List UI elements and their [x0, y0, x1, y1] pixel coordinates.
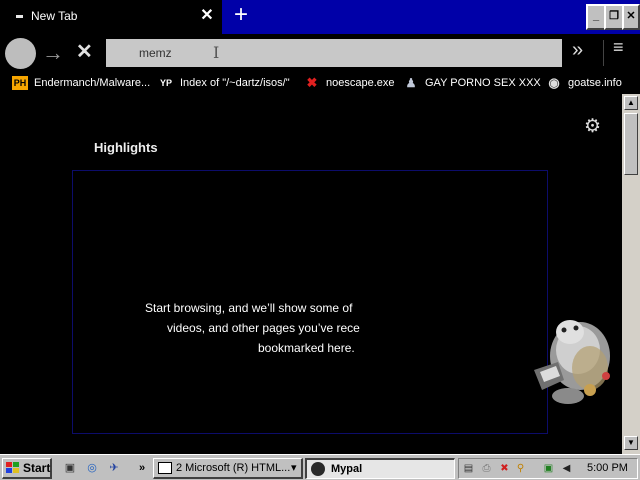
task-label: 2 Microsoft (R) HTML...	[176, 462, 291, 474]
tab-new-tab[interactable]: New Tab ✕	[0, 0, 222, 34]
empty-state-line: bookmarked here.	[258, 341, 355, 355]
task-button-html[interactable]: 2 Microsoft (R) HTML... ▾	[153, 458, 303, 479]
task-label: Mypal	[331, 463, 363, 475]
close-window-button[interactable]: ✕	[622, 4, 640, 30]
tray-printer-icon[interactable]: ⎙	[479, 461, 494, 476]
bookmark-item[interactable]: PH Endermanch/Malware...	[12, 75, 150, 91]
bookmark-item[interactable]: ◉ goatse.info	[546, 75, 622, 91]
url-input[interactable]: memz	[139, 46, 172, 60]
bookmark-item[interactable]: ♟ GAY PORNO SEX XXX	[403, 75, 541, 91]
bookmark-item[interactable]: ✖ noescape.exe	[304, 75, 395, 91]
page-content: ⚙ Highlights Start browsing, and we’ll s…	[0, 94, 622, 454]
task-button-mypal[interactable]: Mypal	[305, 458, 455, 479]
hamburger-menu-icon[interactable]: ≡	[613, 37, 624, 58]
quicklaunch-ie-icon[interactable]: ◎	[84, 460, 100, 476]
empty-state-line: videos, and other pages you’ve rece	[167, 321, 360, 335]
highlights-heading: Highlights	[94, 140, 158, 155]
scroll-up-icon[interactable]: ▲	[624, 96, 638, 110]
back-button[interactable]	[5, 38, 36, 69]
site-favicon-icon: ♟	[405, 76, 417, 90]
forward-arrow-icon[interactable]: →	[42, 40, 64, 66]
scroll-down-icon[interactable]: ▼	[624, 436, 638, 450]
close-icon: ✕	[626, 10, 636, 22]
mypal-icon	[311, 462, 325, 476]
nav-toolbar: → ✕ memz I » ≡	[0, 34, 640, 72]
quicklaunch-channel-icon[interactable]: ✈	[106, 460, 122, 476]
tab-close-icon[interactable]: ✕	[199, 7, 215, 25]
quicklaunch-desktop-icon[interactable]: ▣	[62, 460, 78, 476]
tray-volume-icon[interactable]: ◀	[559, 461, 574, 476]
overflow-chevron-icon[interactable]: »	[572, 39, 583, 62]
bookmark-label: goatse.info	[568, 77, 622, 89]
bookmark-item[interactable]: YP Index of "/~dartz/isos/"	[158, 75, 290, 91]
gear-icon[interactable]: ⚙	[584, 115, 601, 138]
scrollbar-thumb[interactable]	[624, 113, 638, 175]
minimize-icon: _	[592, 10, 600, 22]
tray-search-icon[interactable]: ⚲	[513, 461, 528, 476]
tray-network-icon[interactable]: ▤	[461, 461, 476, 476]
system-tray: ▤ ⎙ ✖ ⚲ ▣ ◀ 5:00 PM	[458, 458, 638, 479]
empty-state-line: Start browsing, and we’ll show some of	[145, 301, 353, 315]
taskbar: Start ▣ ◎ ✈ » 2 Microsoft (R) HTML... ▾ …	[0, 454, 640, 480]
bookmark-label: noescape.exe	[326, 77, 395, 89]
globe-favicon-icon: ◉	[548, 75, 560, 90]
bookmarks-bar: PH Endermanch/Malware... YP Index of "/~…	[0, 72, 640, 94]
tab-title: New Tab	[31, 9, 78, 23]
yp-favicon-icon: YP	[159, 78, 172, 88]
red-x-favicon-icon: ✖	[306, 75, 318, 90]
tray-monitor-icon[interactable]: ▣	[541, 461, 556, 476]
tray-warning-icon[interactable]: ✖	[497, 461, 512, 476]
chevron-down-icon: ▾	[291, 462, 297, 474]
restore-icon: ❐	[609, 10, 619, 22]
tab-strip: New Tab ✕ + _ ❐ ✕	[0, 0, 640, 34]
url-bar[interactable]: memz I	[106, 39, 562, 67]
bookmark-label: Index of "/~dartz/isos/"	[180, 77, 290, 89]
stop-icon[interactable]: ✕	[76, 39, 93, 64]
new-tab-button[interactable]: +	[230, 3, 252, 28]
highlights-panel: Start browsing, and we’ll show some of v…	[72, 170, 548, 434]
quicklaunch-more-icon[interactable]: »	[134, 460, 150, 476]
start-button[interactable]: Start	[2, 458, 52, 479]
window-icon	[158, 462, 172, 474]
toolbar-divider	[603, 40, 604, 66]
bookmark-label: Endermanch/Malware...	[34, 77, 151, 89]
bookmark-label: GAY PORNO SEX XXX	[425, 77, 541, 89]
vertical-scrollbar[interactable]: ▲ ▼	[622, 94, 640, 454]
pornhub-favicon-icon: PH	[12, 76, 28, 90]
clock[interactable]: 5:00 PM	[587, 462, 628, 474]
text-cursor-icon: I	[213, 43, 220, 62]
restore-button[interactable]: ❐	[604, 4, 624, 30]
hamster-image	[534, 320, 610, 404]
tab-favicon-icon	[16, 15, 23, 18]
minimize-button[interactable]: _	[586, 4, 606, 30]
start-label: Start	[23, 461, 51, 475]
windows-logo-icon	[6, 462, 19, 473]
